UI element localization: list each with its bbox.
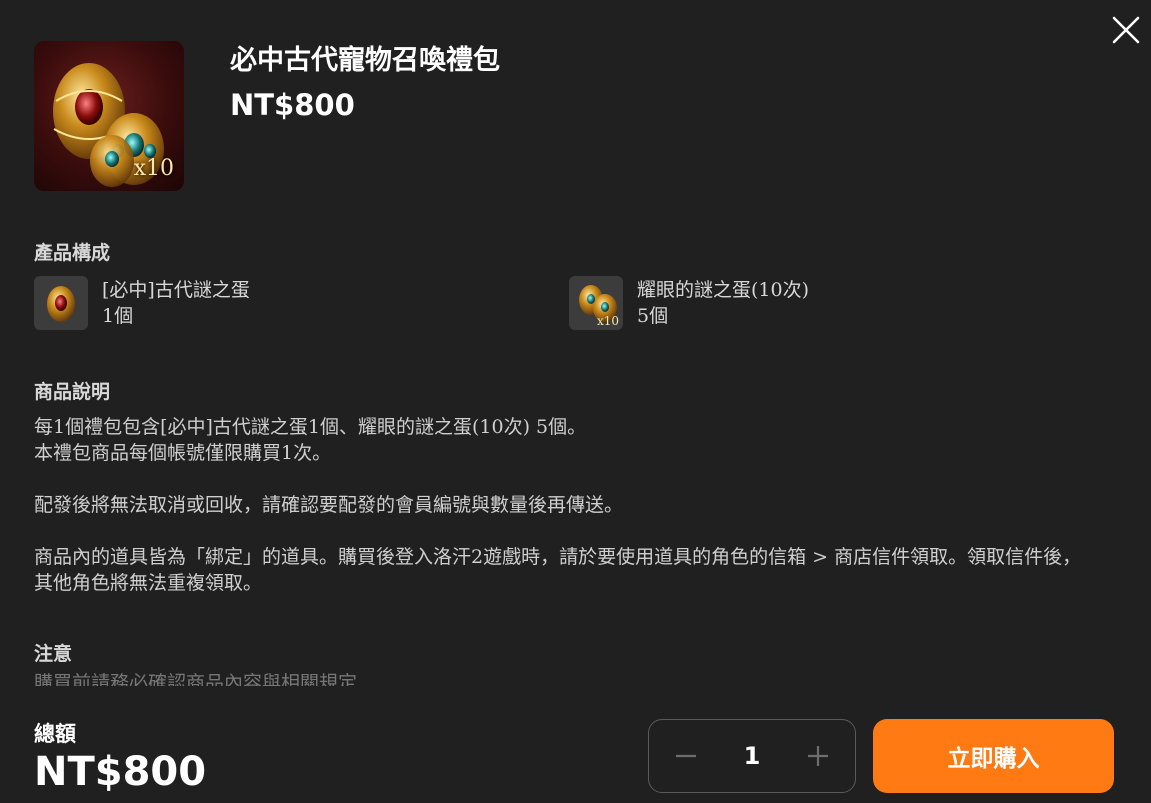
product-title: 必中古代寵物召喚禮包 <box>230 45 500 76</box>
bundle-badge: x10 <box>133 156 174 181</box>
quantity-stepper: 1 <box>648 719 856 793</box>
total-value: NT$800 <box>34 749 207 795</box>
item-name: [必中]古代謎之蛋 <box>102 279 250 301</box>
decrease-button[interactable] <box>649 720 723 792</box>
product-info: 必中古代寵物召喚禮包 NT$800 <box>230 43 500 191</box>
description-body: 每1個禮包包含[必中]古代謎之蛋1個、耀眼的謎之蛋(10次) 5個。 本禮包商品… <box>34 414 1094 622</box>
description-heading: 商品說明 <box>34 381 111 403</box>
description-line: 每1個禮包包含[必中]古代謎之蛋1個、耀眼的謎之蛋(10次) 5個。 <box>34 416 587 438</box>
description-line: 商品內的道具皆為「綁定」的道具。購買後登入洛汗2遊戲時，請於要使用道具的角色的信… <box>34 546 1082 594</box>
item-image <box>34 276 88 330</box>
product-image: x10 <box>34 41 184 191</box>
notice-heading: 注意 <box>34 643 73 665</box>
description-line: 配發後將無法取消或回收，請確認要配發的會員編號與數量後再傳送。 <box>34 494 624 516</box>
close-button[interactable] <box>1108 12 1144 48</box>
description-line: 本禮包商品每個帳號僅限購買1次。 <box>34 442 332 464</box>
product-header: x10 必中古代寵物召喚禮包 NT$800 <box>34 41 500 191</box>
item-name: 耀眼的謎之蛋(10次) <box>637 279 810 301</box>
minus-icon <box>676 754 696 758</box>
increase-button[interactable] <box>781 720 855 792</box>
composition-heading: 產品構成 <box>34 242 111 264</box>
buy-now-button[interactable]: 立即購入 <box>873 719 1114 793</box>
item-count: 1個 <box>102 305 134 327</box>
item-count: 5個 <box>637 305 669 327</box>
notice-text-partial: 購買前請務必確認商品內容與相關規定 <box>34 672 358 686</box>
plus-icon <box>807 746 828 766</box>
composition-item: x10 耀眼的謎之蛋(10次) 5個 <box>569 276 809 330</box>
item-image: x10 <box>569 276 623 330</box>
quantity-value[interactable]: 1 <box>744 742 761 770</box>
composition-item: [必中]古代謎之蛋 1個 <box>34 276 250 330</box>
close-icon <box>1112 16 1140 44</box>
item-badge: x10 <box>596 314 619 328</box>
purchase-footer: 總額 NT$800 1 立即購入 <box>0 686 1151 803</box>
product-price: NT$800 <box>230 88 355 122</box>
